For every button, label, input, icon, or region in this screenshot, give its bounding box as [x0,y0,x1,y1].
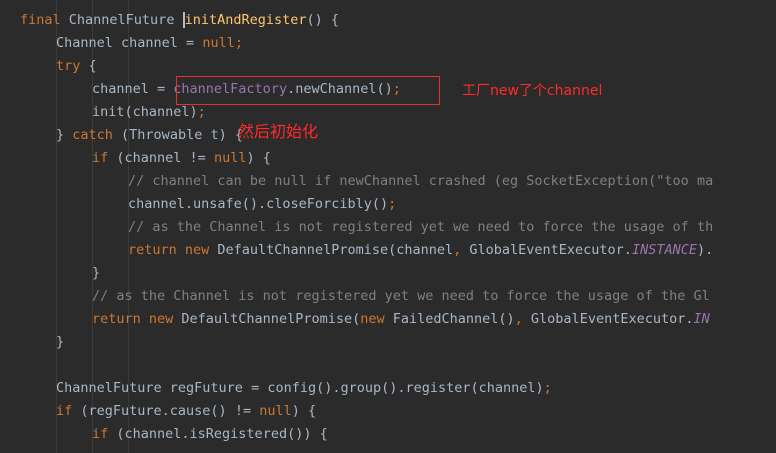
code-line[interactable]: } [56,331,64,354]
code-token: final [20,12,69,28]
code-token: FailedChannel() [392,311,515,327]
code-token: (channel != [116,150,214,166]
init-annotation: 然后初始化 [238,122,319,141]
highlight-box [176,76,440,105]
code-line[interactable]: return new DefaultChannelPromise(new Fai… [92,308,710,331]
code-token: ChannelFuture regFuture = config().group… [56,380,544,396]
code-token: try [56,58,89,74]
code-line[interactable]: ChannelFuture regFuture = config().group… [56,377,552,400]
code-token: IN [693,311,710,327]
code-token: ; [388,196,397,212]
code-line[interactable]: try { [56,55,97,78]
code-token: Channel channel = [56,35,203,51]
code-token: channel = [92,81,174,97]
code-token: ). [696,242,714,258]
code-token: ; [197,104,206,120]
code-token: initAndRegister [182,12,307,28]
code-token: ; [234,35,243,51]
code-line[interactable]: } [92,262,100,285]
code-token: (channel.isRegistered()) { [116,426,328,442]
code-token: ; [543,380,552,396]
code-token: // channel can be null if newChannel cra… [128,173,714,189]
code-token: return new [128,242,218,258]
code-token: if [56,403,81,419]
code-token: channel.unsafe().closeForcibly() [128,196,389,212]
code-token: if [92,150,117,166]
code-token: ) { [246,150,271,166]
code-token: return new [92,311,182,327]
code-token: (regFuture.cause() != [80,403,260,419]
code-token: // as the Channel is not registered yet … [92,288,710,304]
code-token: init(channel) [92,104,198,120]
code-line[interactable]: if (channel.isRegistered()) { [92,423,328,446]
code-line[interactable]: if (channel != null) { [92,147,271,170]
code-token: { [88,58,97,74]
code-token: null [213,150,247,166]
code-line[interactable]: Channel channel = null; [56,32,243,55]
code-token: () { [306,12,340,28]
code-token: INSTANCE [631,242,697,258]
factory-annotation: 工厂new了个channel [462,83,603,99]
code-token: catch [72,127,122,143]
code-token: new [360,311,393,327]
code-token: } [56,127,73,143]
code-token: ) { [291,403,317,419]
code-line[interactable]: channel.unsafe().closeForcibly(); [128,193,396,216]
code-token: } [56,334,65,350]
code-token: // as the Channel is not registered yet … [128,219,714,235]
code-line[interactable]: // as the Channel is not registered yet … [128,216,713,239]
code-line[interactable]: return new DefaultChannelPromise(channel… [128,239,713,262]
code-token: GlobalEventExecutor. [530,311,694,327]
code-token: if [92,426,117,442]
code-token: , [514,311,531,327]
code-token: GlobalEventExecutor. [469,242,632,258]
code-editor[interactable]: final ChannelFuture initAndRegister() {C… [0,0,776,453]
code-token: (Throwable t) { [121,127,243,143]
code-line[interactable]: // channel can be null if newChannel cra… [128,170,713,193]
code-token: DefaultChannelPromise( [181,311,361,327]
code-token: null [202,35,235,51]
code-line[interactable]: if (regFuture.cause() != null) { [56,400,316,423]
code-token: } [92,265,101,281]
code-token: ChannelFuture [68,12,183,28]
code-line[interactable]: } catch (Throwable t) { [56,124,243,147]
code-token: , [453,242,470,258]
code-token: null [259,403,292,419]
code-line[interactable]: final ChannelFuture initAndRegister() { [20,9,339,32]
code-line[interactable]: // as the Channel is not registered yet … [92,285,710,308]
code-token: DefaultChannelPromise(channel [217,242,454,258]
